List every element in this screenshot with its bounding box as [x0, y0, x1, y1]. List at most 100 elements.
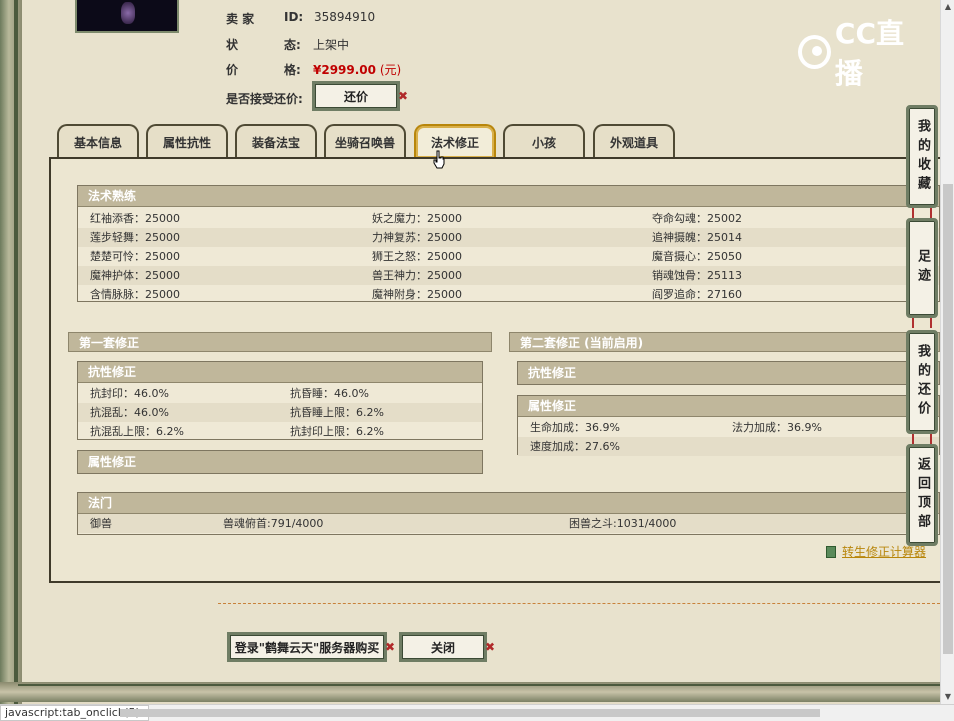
set1-title: 第一套修正 — [68, 332, 492, 352]
scroll-up-icon[interactable]: ▲ — [941, 0, 954, 14]
close-icon: ✖ — [484, 640, 495, 654]
table-cell: 狮王之怒：25000 — [372, 250, 462, 263]
status-bar: javascript:tab_onclick(5); — [0, 704, 954, 721]
table-cell: 楚楚可怜：25000 — [90, 250, 180, 263]
table-cell: 魔音摄心：25050 — [652, 250, 742, 263]
table-cell: 御兽 — [90, 517, 112, 530]
table-cell: 抗混乱上限：6.2% — [90, 425, 184, 438]
table-row: 魔神护体：25000 兽王神力：25000 销魂蚀骨：25113 — [78, 266, 939, 285]
set2-title: 第二套修正 (当前启用) — [509, 332, 940, 352]
logo-text: CC直播 — [834, 17, 905, 90]
side-connector — [912, 434, 932, 444]
table-cell: 妖之魔力：25000 — [372, 212, 462, 225]
section-title: 属性修正 — [518, 396, 939, 417]
table-cell: 销魂蚀骨：25113 — [652, 269, 742, 282]
close-button[interactable]: 关闭 ✖ — [399, 632, 495, 662]
table-cell: 魔神附身：25000 — [372, 288, 462, 301]
table-cell: 力神复苏：25000 — [372, 231, 462, 244]
page-frame-left — [0, 0, 22, 704]
bargain-label: 是否接受还价: — [226, 92, 303, 106]
bargain-button[interactable]: 还价 ✖ — [312, 81, 408, 111]
divider — [218, 603, 940, 604]
set1-resist-section: 抗性修正 抗封印：46.0% 抗昏睡：46.0% 抗混乱：46.0% 抗昏睡上限：6… — [77, 361, 483, 440]
table-row: 莲步轻舞：25000 力神复苏：25000 追神摄魄：25014 — [78, 228, 939, 247]
side-button-label: 我的收藏 — [915, 118, 930, 195]
tab-label: 基本信息 — [73, 135, 122, 150]
price-display: ¥2999.00 (元) — [313, 61, 401, 78]
fa-men-section: 法门 御兽 兽魂俯首:791/4000 困兽之斗:1031/4000 — [77, 492, 940, 535]
table-cell: 追神摄魄：25014 — [652, 231, 742, 244]
set2-attr-section: 属性修正 生命加成：36.9% 法力加成：36.9% 速度加成：27.6% — [517, 395, 940, 456]
side-connector — [912, 208, 932, 218]
price-label: 价 — [226, 63, 239, 77]
price-label-2: 格: — [284, 63, 301, 77]
my-bargains-button[interactable]: 我的还价 — [906, 330, 938, 434]
tab-child[interactable]: 小孩 — [503, 124, 585, 158]
section-title: 法门 — [78, 493, 939, 514]
close-icon: ✖ — [384, 640, 395, 654]
tab-spell-correction[interactable]: 法术修正 — [414, 124, 496, 158]
table-row: 抗混乱：46.0% 抗昏睡上限：6.2% — [78, 403, 482, 422]
table-cell: 含情脉脉：25000 — [90, 288, 180, 301]
vertical-scrollbar[interactable]: ▲ ▼ — [940, 0, 954, 704]
tab-label: 法术修正 — [430, 135, 479, 150]
set2-resist-section: 抗性修正 — [517, 361, 940, 385]
table-cell: 法力加成：36.9% — [732, 421, 822, 434]
my-favorites-button[interactable]: 我的收藏 — [906, 105, 938, 208]
price-value: ¥2999.00 — [313, 63, 377, 77]
horizontal-scrollbar-thumb[interactable] — [120, 709, 820, 717]
calculator-icon — [826, 545, 836, 558]
tab-label: 属性抗性 — [162, 135, 211, 150]
table-cell: 莲步轻舞：25000 — [90, 231, 180, 244]
section-title: 属性修正 — [78, 451, 482, 473]
spell-mastery-section: 法术熟练 红袖添香：25000 妖之魔力：25000 夺命勾魂：25002 莲步轻舞… — [77, 185, 940, 302]
back-to-top-button[interactable]: 返回顶部 — [906, 444, 938, 546]
table-cell: 红袖添香：25000 — [90, 212, 180, 225]
table-row: 速度加成：27.6% — [518, 437, 939, 456]
price-unit: (元) — [379, 63, 402, 77]
table-cell: 夺命勾魂：25002 — [652, 212, 742, 225]
close-icon: ✖ — [397, 89, 408, 103]
section-title: 抗性修正 — [78, 362, 482, 383]
tab-label: 坐骑召唤兽 — [334, 135, 395, 150]
table-row: 抗混乱上限：6.2% 抗封印上限：6.2% — [78, 422, 482, 441]
login-buy-button[interactable]: 登录"鹤舞云天"服务器购买 ✖ — [227, 632, 395, 662]
side-button-label: 足迹 — [915, 249, 930, 287]
tab-attributes[interactable]: 属性抗性 — [146, 124, 228, 158]
tab-equipment[interactable]: 装备法宝 — [235, 124, 317, 158]
page-frame-line — [18, 684, 940, 686]
scrollbar-thumb[interactable] — [943, 184, 953, 654]
table-cell: 抗昏睡上限：6.2% — [290, 406, 384, 419]
status-label-2: 态: — [284, 38, 301, 52]
table-cell: 抗昏睡：46.0% — [290, 387, 369, 400]
table-cell: 抗封印：46.0% — [90, 387, 169, 400]
scroll-down-icon[interactable]: ▼ — [941, 690, 954, 704]
section-title: 抗性修正 — [518, 362, 939, 384]
table-cell: 困兽之斗:1031/4000 — [569, 517, 677, 530]
table-row: 抗封印：46.0% 抗昏睡：46.0% — [78, 384, 482, 403]
side-button-label: 返回顶部 — [915, 457, 930, 533]
hand-cursor-icon — [433, 150, 445, 169]
character-figure — [121, 2, 135, 24]
seller-id: 35894910 — [314, 10, 376, 24]
side-connector — [912, 318, 932, 328]
table-cell: 魔神护体：25000 — [90, 269, 180, 282]
section-title: 法术熟练 — [78, 186, 939, 207]
character-thumbnail[interactable] — [75, 0, 179, 33]
table-cell: 阎罗追命：27160 — [652, 288, 742, 301]
seller-label: 卖 家 — [226, 12, 255, 26]
set1-attr-section: 属性修正 — [77, 450, 483, 474]
tab-basic-info[interactable]: 基本信息 — [57, 124, 139, 158]
table-row: 御兽 兽魂俯首:791/4000 困兽之斗:1031/4000 — [78, 514, 939, 533]
table-cell: 抗封印上限：6.2% — [290, 425, 384, 438]
tab-label: 外观道具 — [609, 135, 658, 150]
footprint-button[interactable]: 足迹 — [906, 218, 938, 318]
tab-mounts-pets[interactable]: 坐骑召唤兽 — [324, 124, 406, 158]
tab-label: 小孩 — [531, 135, 556, 150]
status-value: 上架中 — [313, 38, 350, 52]
tab-label: 装备法宝 — [251, 135, 300, 150]
table-cell: 生命加成：36.9% — [530, 421, 620, 434]
tab-appearance[interactable]: 外观道具 — [593, 124, 675, 158]
table-row: 生命加成：36.9% 法力加成：36.9% — [518, 418, 939, 437]
login-buy-label: 登录"鹤舞云天"服务器购买 — [234, 640, 380, 655]
